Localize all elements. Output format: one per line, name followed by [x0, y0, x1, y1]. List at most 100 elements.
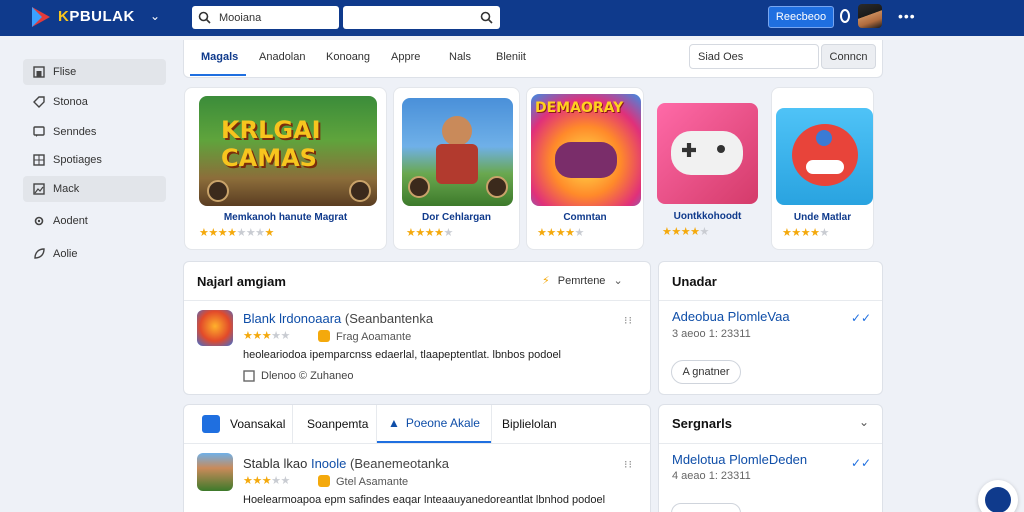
section-icon — [202, 415, 220, 433]
search-icon — [198, 11, 211, 24]
tab-bleniit[interactable]: Bleniit — [496, 51, 526, 63]
sidebar-item-label: Stonoa — [53, 96, 88, 108]
section-title: Najarl amgiam — [197, 274, 286, 289]
item-meta: Gtel Asamante — [336, 476, 409, 488]
tab-poeone-akale[interactable]: ▲ Poeone Akale — [377, 405, 491, 443]
game-title[interactable]: Unde Matlar — [772, 212, 873, 223]
update-subtitle: 3 aeoo 1: 23311 — [672, 328, 751, 340]
tab-soanpemta[interactable]: Soanpemta — [307, 417, 368, 431]
item-meta: Frag Aoamante — [336, 331, 412, 343]
badge-icon — [318, 475, 330, 487]
more-options-icon[interactable]: ••• — [898, 8, 916, 24]
floating-action-button[interactable] — [978, 480, 1018, 512]
badge-icon — [318, 330, 330, 342]
update-title[interactable]: Adeobua PlomleVaa — [672, 309, 790, 324]
play-logo-icon[interactable] — [30, 6, 52, 28]
sidebar-item-aolie[interactable]: Aolie — [23, 241, 166, 267]
tag-icon — [33, 96, 45, 108]
tab-magals[interactable]: Magals — [201, 51, 238, 63]
item-title[interactable]: Stabla lkao Inoole (Beanemeotanka — [243, 456, 449, 471]
gear-icon — [34, 216, 44, 226]
game-cover-title: KRLGAI CAMAS — [221, 116, 321, 172]
image-icon — [33, 183, 45, 195]
game-tile[interactable]: Unde Matlar ★★★★★ — [771, 87, 874, 250]
game-title[interactable]: Uontkkohoodt — [652, 211, 763, 222]
section-title: Unadar — [672, 274, 717, 289]
game-title[interactable]: Memkanoh hanute Magrat — [185, 212, 386, 223]
sidebar-item-senndes[interactable]: Senndes — [23, 119, 166, 145]
segment-title[interactable]: Mdelotua PlomleDeden — [672, 452, 807, 467]
segment-subtitle: 4 aeao 1: 23311 — [672, 470, 751, 482]
grid-icon — [33, 154, 45, 166]
game-cover-image: DEMAORAY — [531, 94, 641, 206]
sidebar-item-mack[interactable]: Mack — [23, 176, 166, 202]
game-title[interactable]: Comntan — [527, 212, 643, 223]
game-tile[interactable]: Uontkkohoodt ★★★★★ — [652, 87, 763, 250]
tab-voansakal[interactable]: Voansakal — [230, 417, 285, 431]
filter-input[interactable]: Siad Oes — [689, 44, 819, 69]
section-title: Sergnarls — [672, 416, 732, 431]
chevron-down-icon[interactable]: ⌄ — [150, 9, 160, 23]
sidebar-item-label: Aodent — [53, 215, 88, 227]
top-navigation-bar: KPBULAK ⌄ Mooiana Reecbeoo ••• — [0, 0, 1024, 36]
update-action-button[interactable]: A gnatner — [671, 360, 741, 384]
tag-icon: ▲ — [388, 416, 400, 430]
secondary-search-input[interactable] — [343, 6, 500, 29]
game-title[interactable]: Dor Cehlargan — [394, 212, 519, 223]
game-cover-image: KRLGAI CAMAS — [199, 96, 377, 206]
avatar[interactable] — [858, 4, 882, 28]
item-thumbnail[interactable] — [197, 310, 233, 346]
tab-biplielolan[interactable]: Biplielolan — [502, 417, 557, 431]
game-tile[interactable]: Dor Cehlargan ★★★★★ — [393, 87, 520, 250]
game-tile[interactable]: DEMAORAY Comntan ★★★★★ — [526, 87, 644, 250]
tab-konoang[interactable]: Konoang — [326, 51, 370, 63]
game-cover-title: DEMAORAY — [535, 100, 624, 116]
sidebar-item-spotiages[interactable]: Spotiages — [23, 147, 166, 173]
rating-stars: ★★★★★ — [243, 475, 290, 487]
lightning-icon: ⚡ — [542, 275, 550, 287]
item-description: Hoelearmoapoa epm safindes eaqar lnteaau… — [243, 494, 606, 506]
image-icon — [243, 370, 255, 382]
sidebar-item-label: Aolie — [53, 248, 78, 260]
search-input[interactable]: Mooiana — [192, 6, 339, 29]
game-cover-image — [657, 103, 758, 204]
item-thumbnail[interactable] — [197, 453, 233, 491]
brand-logo[interactable]: KPBULAK — [58, 8, 135, 25]
sidebar-item-stonoa[interactable]: Stonoa — [23, 89, 166, 115]
active-tab-indicator — [190, 74, 246, 76]
item-description: heoleariodoa ipemparcnss edaerlal, tlaap… — [243, 349, 562, 361]
game-cover-image — [776, 108, 873, 205]
tab-appre[interactable]: Appre — [391, 51, 420, 63]
category-tabs-bar: Magals Anadolan Konoang Appre Nals Bleni… — [183, 40, 883, 78]
gamepad-icon — [985, 487, 1011, 512]
chevron-down-icon[interactable]: ⌄ — [859, 415, 869, 429]
rating-stars: ★★★★★ — [243, 330, 290, 342]
sidebar-item-flise[interactable]: Flise — [23, 59, 166, 85]
game-tile[interactable]: KRLGAI CAMAS Memkanoh hanute Magrat ★★★★… — [184, 87, 387, 250]
tab-nals[interactable]: Nals — [449, 51, 471, 63]
search-icon[interactable] — [480, 11, 493, 24]
item-title[interactable]: Blank lrdonoaara (Seanbantenka — [243, 311, 433, 326]
segment-action-button[interactable] — [671, 503, 741, 512]
notification-icon[interactable] — [840, 9, 850, 23]
list-section: Voansakal Soanpemta ▲ Poeone Akale Bipli… — [183, 404, 651, 512]
rating-stars: ★★★★★★★★ — [199, 227, 274, 239]
rating-stars: ★★★★★ — [537, 227, 584, 239]
more-options-icon[interactable]: ⁝⁝ — [624, 314, 633, 327]
more-options-icon[interactable]: ⁝⁝ — [624, 458, 633, 471]
item-footer: Dlenoo © Zuhaneo — [243, 370, 354, 382]
filter-button[interactable]: Conncn — [821, 44, 876, 69]
check-icon: ✓✓ — [851, 311, 872, 325]
tab-anadolan[interactable]: Anadolan — [259, 51, 306, 63]
sidebar-item-aodent[interactable]: Aodent — [23, 208, 166, 234]
sidebar-item-label: Flise — [53, 66, 77, 78]
sidebar-item-label: Spotiages — [53, 154, 102, 166]
updates-panel: Unadar Adeobua PlomleVaa ✓✓ 3 aeoo 1: 23… — [658, 261, 883, 395]
check-icon: ✓✓ — [851, 456, 872, 470]
leaf-icon — [34, 248, 45, 259]
segments-panel: Sergnarls ⌄ Mdelotua PlomleDeden ✓✓ 4 ae… — [658, 404, 883, 512]
rating-stars: ★★★★★ — [662, 226, 709, 238]
sort-dropdown[interactable]: ⚡ Pemrtene ⌄ — [542, 274, 623, 288]
header-action-button[interactable]: Reecbeoo — [768, 6, 834, 28]
sidebar-item-label: Mack — [53, 183, 80, 195]
